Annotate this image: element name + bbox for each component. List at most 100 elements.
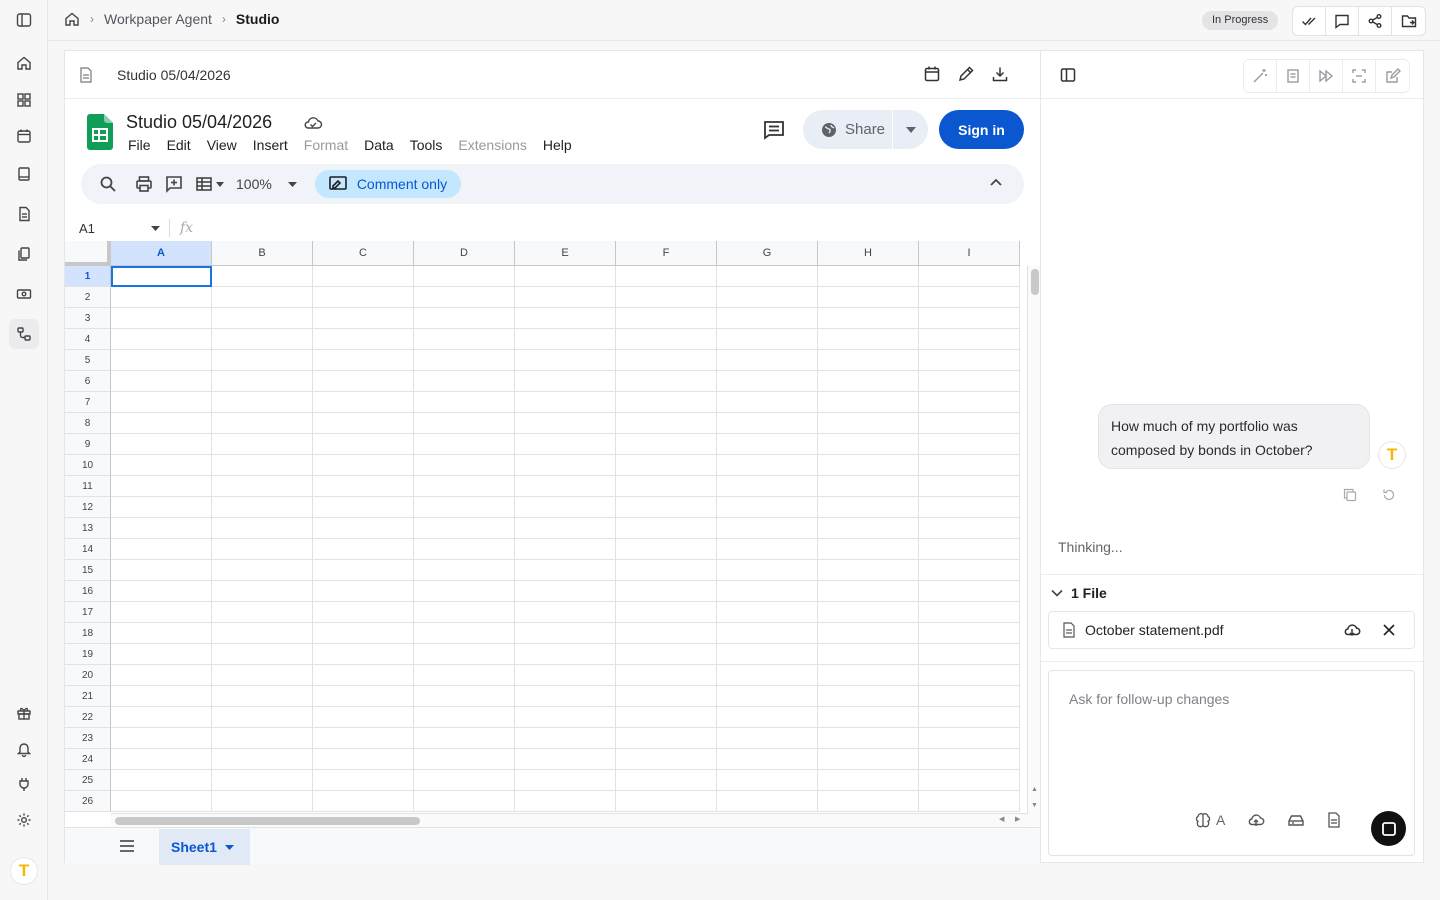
- sheets-logo-icon[interactable]: [87, 114, 113, 150]
- grid-cell[interactable]: [616, 728, 717, 749]
- grid-cell[interactable]: [212, 266, 313, 287]
- horizontal-scroll-thumb[interactable]: [115, 817, 420, 825]
- column-header-b[interactable]: B: [212, 241, 313, 266]
- grid-cell[interactable]: [919, 266, 1020, 287]
- row-header[interactable]: 23: [65, 728, 111, 749]
- grid-cell[interactable]: [919, 308, 1020, 329]
- scroll-right-icon[interactable]: ▶: [1015, 815, 1020, 823]
- grid-cell[interactable]: [414, 728, 515, 749]
- share-icon[interactable]: [1359, 7, 1392, 35]
- gift-icon[interactable]: [9, 698, 39, 728]
- row-header[interactable]: 20: [65, 665, 111, 686]
- grid-cell[interactable]: [717, 266, 818, 287]
- grid-cell[interactable]: [111, 371, 212, 392]
- menu-item-edit[interactable]: Edit: [167, 137, 191, 153]
- grid-cell[interactable]: [313, 749, 414, 770]
- grid-cell[interactable]: [111, 497, 212, 518]
- grid-cell[interactable]: [515, 497, 616, 518]
- grid-cell[interactable]: [414, 455, 515, 476]
- grid-cell[interactable]: [616, 350, 717, 371]
- grid-cell[interactable]: [212, 413, 313, 434]
- grid-cell[interactable]: [414, 707, 515, 728]
- menu-item-tools[interactable]: Tools: [410, 137, 443, 153]
- grid-cell[interactable]: [717, 497, 818, 518]
- grid-cell[interactable]: [818, 434, 919, 455]
- column-header-d[interactable]: D: [414, 241, 515, 266]
- grid-cell[interactable]: [212, 329, 313, 350]
- grid-cell[interactable]: [616, 644, 717, 665]
- grid-cell[interactable]: [111, 728, 212, 749]
- grid-cell[interactable]: [616, 770, 717, 791]
- grid-cell[interactable]: [313, 518, 414, 539]
- grid-cell[interactable]: [616, 287, 717, 308]
- grid-cell[interactable]: [212, 455, 313, 476]
- grid-cell[interactable]: [919, 581, 1020, 602]
- grid-cell[interactable]: [818, 350, 919, 371]
- grid-cell[interactable]: [414, 581, 515, 602]
- column-header-h[interactable]: H: [818, 241, 919, 266]
- grid-cell[interactable]: [515, 770, 616, 791]
- grid-cell[interactable]: [616, 749, 717, 770]
- grid-cell[interactable]: [313, 413, 414, 434]
- grid-cell[interactable]: [111, 581, 212, 602]
- grid-cell[interactable]: [111, 539, 212, 560]
- grid-cell[interactable]: [616, 371, 717, 392]
- grid-cell[interactable]: [717, 518, 818, 539]
- grid-cell[interactable]: [212, 686, 313, 707]
- grid-cell[interactable]: [313, 308, 414, 329]
- grid-cell[interactable]: [717, 581, 818, 602]
- grid-cell[interactable]: [919, 497, 1020, 518]
- grid-cell[interactable]: [919, 413, 1020, 434]
- document-icon[interactable]: [9, 199, 39, 229]
- row-header[interactable]: 26: [65, 791, 111, 812]
- grid-cell[interactable]: [818, 497, 919, 518]
- grid-cell[interactable]: [717, 770, 818, 791]
- grid-cell[interactable]: [919, 539, 1020, 560]
- grid-cell[interactable]: [515, 623, 616, 644]
- grid-cell[interactable]: [313, 539, 414, 560]
- grid-cell[interactable]: [717, 728, 818, 749]
- row-header[interactable]: 6: [65, 371, 111, 392]
- grid-cell[interactable]: [515, 791, 616, 812]
- drive-icon[interactable]: [1287, 812, 1305, 828]
- receipt-icon[interactable]: [1277, 60, 1310, 92]
- grid-cell[interactable]: [515, 287, 616, 308]
- grid-cell[interactable]: [919, 455, 1020, 476]
- row-header[interactable]: 18: [65, 623, 111, 644]
- grid-cell[interactable]: [313, 560, 414, 581]
- row-header[interactable]: 5: [65, 350, 111, 371]
- grid-cell[interactable]: [515, 434, 616, 455]
- grid-cell[interactable]: [414, 602, 515, 623]
- grid-cell[interactable]: [717, 665, 818, 686]
- grid-cell[interactable]: [212, 350, 313, 371]
- grid-cell[interactable]: [919, 350, 1020, 371]
- share-dropdown[interactable]: [893, 126, 928, 133]
- grid-cell[interactable]: [414, 329, 515, 350]
- attach-document-icon[interactable]: [1327, 812, 1341, 828]
- grid-cell[interactable]: [414, 791, 515, 812]
- grid-cell[interactable]: [313, 476, 414, 497]
- folder-icon[interactable]: [1392, 7, 1425, 35]
- grid-cell[interactable]: [616, 413, 717, 434]
- grid-cell[interactable]: [818, 602, 919, 623]
- calendar-icon[interactable]: [9, 121, 39, 151]
- grid-cell[interactable]: [717, 686, 818, 707]
- column-header-c[interactable]: C: [313, 241, 414, 266]
- grid-cell[interactable]: [313, 350, 414, 371]
- grid-cell[interactable]: [515, 392, 616, 413]
- grid-cell[interactable]: [313, 371, 414, 392]
- vertical-scroll-thumb[interactable]: [1031, 269, 1039, 295]
- stop-button[interactable]: [1371, 811, 1406, 846]
- grid-cell[interactable]: [919, 749, 1020, 770]
- grid-cell[interactable]: [212, 770, 313, 791]
- sidebar-toggle-icon[interactable]: [9, 5, 39, 35]
- grid-cell[interactable]: [818, 455, 919, 476]
- name-box[interactable]: A1: [65, 221, 169, 236]
- grid-cell[interactable]: [414, 371, 515, 392]
- grid-cell[interactable]: [717, 350, 818, 371]
- grid-cell[interactable]: [111, 707, 212, 728]
- grid-cell[interactable]: [515, 560, 616, 581]
- grid-cell[interactable]: [212, 707, 313, 728]
- grid-cell[interactable]: [515, 455, 616, 476]
- grid-cell[interactable]: [414, 644, 515, 665]
